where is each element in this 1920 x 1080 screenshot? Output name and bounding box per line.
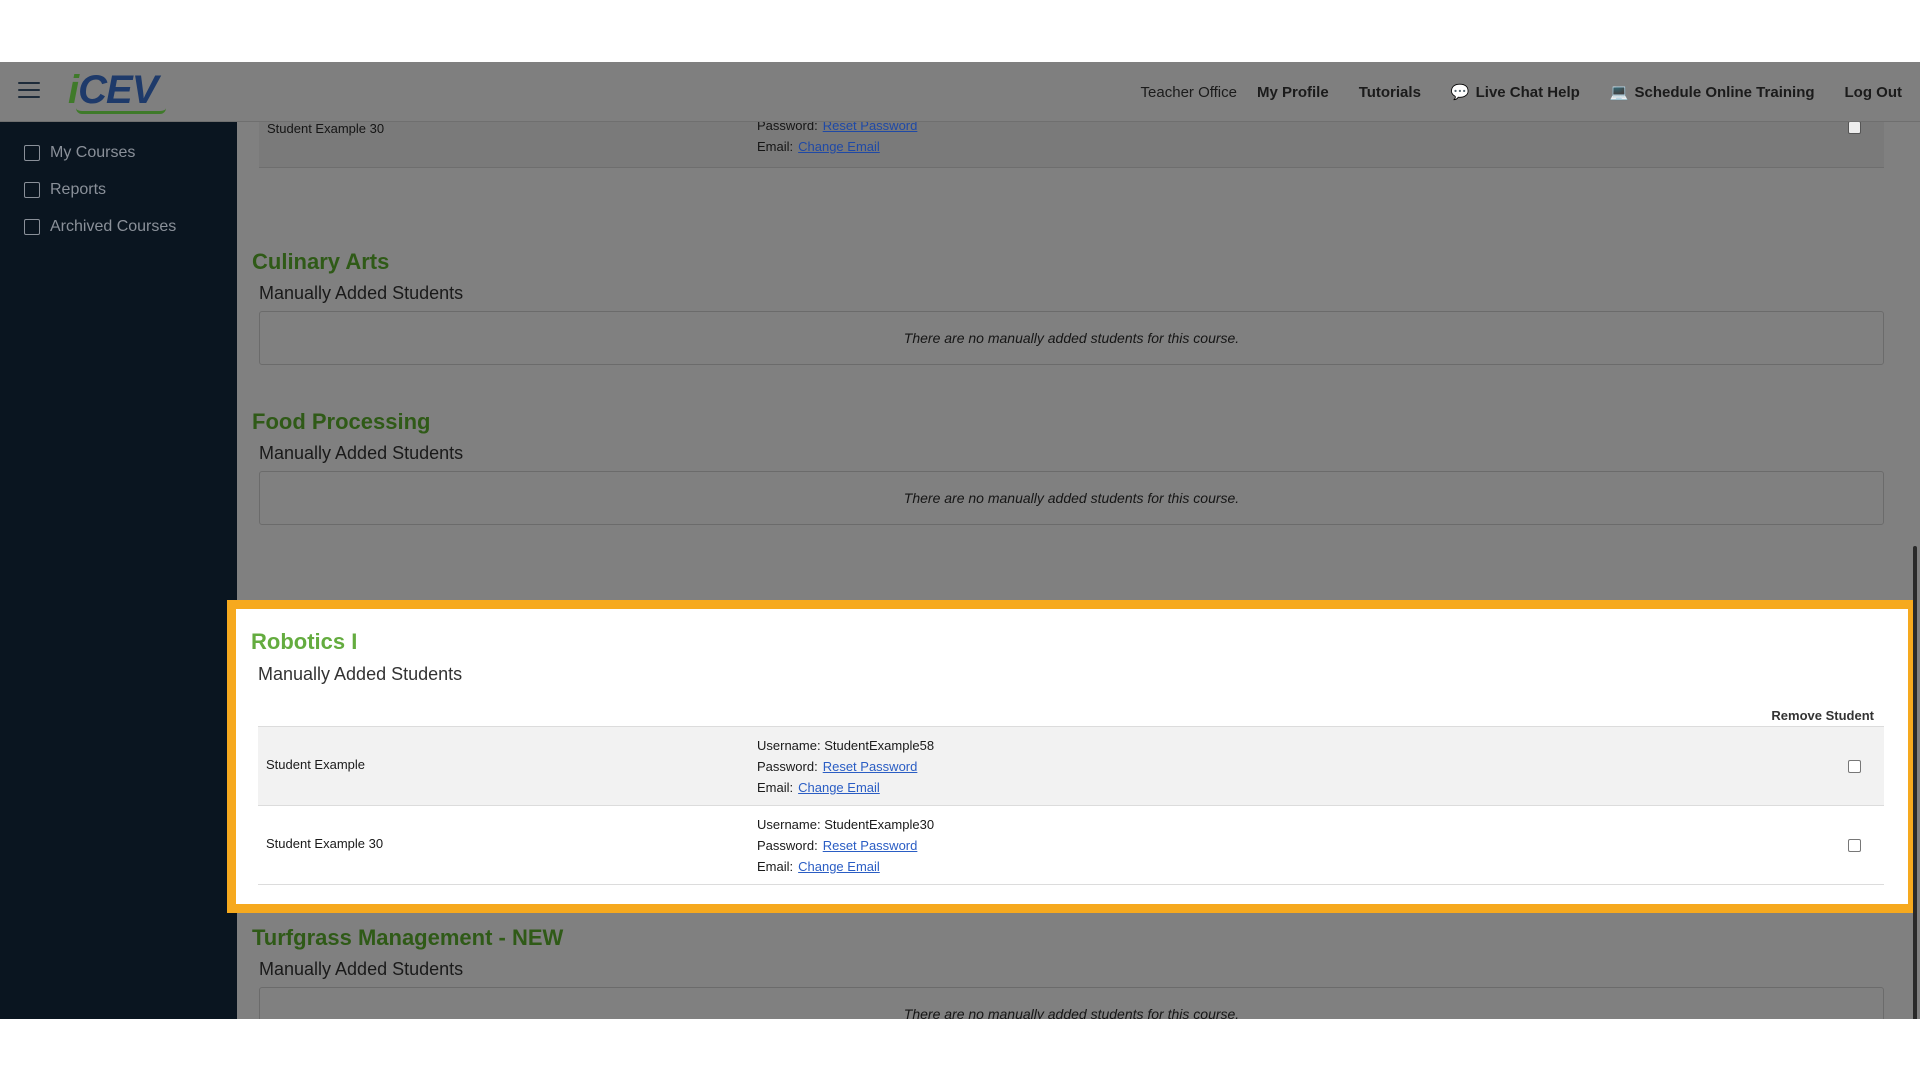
- student-name: Student Example: [266, 757, 366, 772]
- icev-logo[interactable]: iCEV: [68, 68, 158, 113]
- nav-live-chat[interactable]: 💬 Live Chat Help: [1450, 83, 1580, 102]
- student-name: Student Example 30: [266, 836, 384, 851]
- course-section-culinary-arts: Culinary Arts Manually Added Students Th…: [252, 245, 1892, 365]
- remove-student-checkbox[interactable]: [1848, 760, 1861, 773]
- nav-teacher-office[interactable]: Teacher Office: [1141, 84, 1237, 101]
- sidebar-item-archived-courses[interactable]: Archived Courses: [0, 208, 237, 245]
- top-nav: Teacher Office My Profile Tutorials 💬 Liv…: [1141, 62, 1902, 122]
- empty-message: There are no manually added students for…: [259, 311, 1884, 365]
- highlight-box-robotics: Robotics I Manually Added Students Remov…: [227, 600, 1917, 913]
- course-section-robotics: Robotics I Manually Added Students Remov…: [236, 609, 1908, 904]
- course-title: Robotics I: [251, 629, 358, 654]
- sidebar-item-reports[interactable]: Reports: [0, 171, 237, 208]
- change-email-link[interactable]: Change Email: [798, 859, 880, 874]
- chart-icon: [24, 181, 40, 198]
- empty-message: There are no manually added students for…: [259, 471, 1884, 525]
- reset-password-link[interactable]: Reset Password: [823, 759, 918, 774]
- student-name: Student Example 30: [267, 121, 385, 136]
- nav-log-out[interactable]: Log Out: [1845, 84, 1902, 101]
- chat-bubbles-icon: 💬: [1450, 84, 1470, 101]
- nav-my-profile[interactable]: My Profile: [1257, 84, 1329, 101]
- section-subtitle: Manually Added Students: [259, 443, 464, 463]
- vertical-scrollbar[interactable]: [1913, 546, 1917, 1019]
- section-subtitle: Manually Added Students: [258, 664, 463, 684]
- table-row: Student Example 30 Username: StudentExam…: [258, 805, 1884, 884]
- remove-student-checkbox[interactable]: [1848, 839, 1861, 852]
- nav-tutorials[interactable]: Tutorials: [1359, 84, 1421, 101]
- username: Username: StudentExample30: [757, 817, 935, 832]
- logo-swoosh: [76, 108, 166, 114]
- hamburger-menu-icon[interactable]: [18, 82, 40, 100]
- archive-icon: [24, 218, 40, 235]
- table-row: Student Example 30 Password: Reset Passwo…: [259, 118, 1884, 168]
- laptop-icon: 💻: [1609, 84, 1629, 101]
- nav-schedule-training[interactable]: 💻 Schedule Online Training: [1609, 83, 1815, 102]
- username: Username: StudentExample58: [757, 738, 935, 753]
- course-title: Turfgrass Management - NEW: [252, 925, 564, 950]
- remove-student-header: Remove Student: [1771, 708, 1874, 723]
- table-row: Student Example Username: StudentExample…: [258, 726, 1884, 805]
- reset-password-link[interactable]: Reset Password: [823, 838, 918, 853]
- student-credentials: Username: StudentExample58 Password: Rese…: [757, 735, 934, 798]
- home-icon: [24, 144, 40, 161]
- change-email-link[interactable]: Change Email: [798, 780, 880, 795]
- app-frame: iCEV Teacher Office My Profile Tutorials…: [0, 62, 1920, 1019]
- top-header: iCEV Teacher Office My Profile Tutorials…: [0, 62, 1920, 122]
- row-divider: [258, 884, 1884, 885]
- remove-student-checkbox[interactable]: [1848, 121, 1861, 134]
- sidebar-item-my-courses[interactable]: My Courses: [0, 134, 237, 171]
- course-title: Food Processing: [252, 409, 431, 434]
- section-subtitle: Manually Added Students: [259, 283, 464, 303]
- change-email-link[interactable]: Change Email: [798, 139, 880, 154]
- course-section-food-processing: Food Processing Manually Added Students …: [252, 405, 1892, 525]
- course-section-turfgrass: Turfgrass Management - NEW Manually Adde…: [252, 921, 1892, 1019]
- section-subtitle: Manually Added Students: [259, 959, 464, 979]
- student-credentials: Username: StudentExample30 Password: Rese…: [757, 814, 934, 877]
- course-title: Culinary Arts: [252, 249, 390, 274]
- sidebar: My Courses Reports Archived Courses: [0, 122, 237, 1019]
- empty-message: There are no manually added students for…: [259, 987, 1884, 1019]
